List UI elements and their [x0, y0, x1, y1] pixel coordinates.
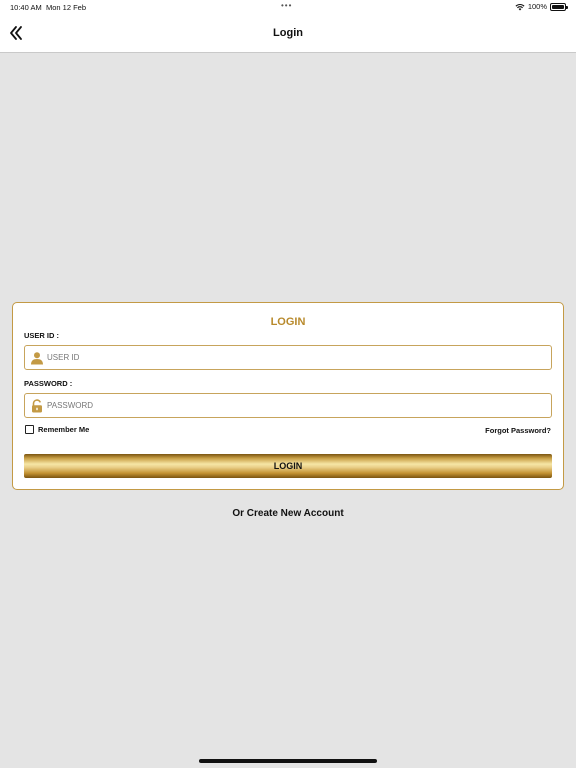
password-field[interactable] [24, 393, 552, 418]
user-id-input[interactable] [47, 346, 547, 369]
user-id-label: USER ID : [24, 331, 60, 340]
login-card: LOGIN USER ID : PASSWORD : Remember Me F… [12, 302, 564, 490]
multitasking-dots-icon[interactable]: ••• [281, 1, 292, 10]
remember-me-toggle[interactable]: Remember Me [25, 425, 89, 434]
user-id-field[interactable] [24, 345, 552, 370]
password-input[interactable] [47, 394, 547, 417]
battery-icon [550, 2, 568, 11]
status-bar: 10:40 AM Mon 12 Feb ••• 100% [0, 0, 576, 14]
battery-percent: 100% [527, 2, 547, 11]
status-indicators: 100% [515, 2, 568, 11]
remember-me-label: Remember Me [38, 425, 90, 434]
remember-me-checkbox[interactable] [25, 425, 34, 434]
lock-icon [32, 399, 42, 413]
navigation-bar: Login [0, 14, 576, 53]
wifi-icon [515, 3, 525, 10]
status-date: Mon 12 Feb [46, 3, 87, 12]
home-indicator[interactable] [199, 759, 377, 763]
create-account-link[interactable]: Or Create New Account [0, 508, 576, 519]
login-card-title: LOGIN [270, 316, 306, 328]
password-label: PASSWORD : [24, 379, 73, 388]
user-icon [31, 352, 43, 365]
status-time: 10:40 AM [10, 3, 42, 12]
page-title: Login [273, 27, 303, 39]
login-button[interactable]: LOGIN [24, 454, 552, 478]
forgot-password-link[interactable]: Forgot Password? [485, 426, 551, 435]
